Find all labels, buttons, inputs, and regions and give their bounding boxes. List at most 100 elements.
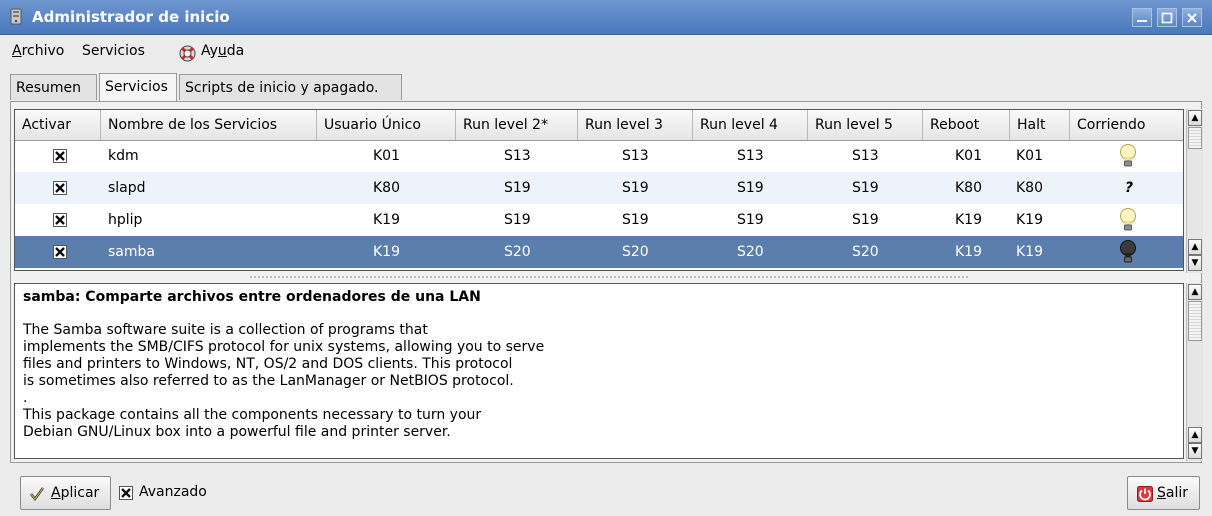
description-line: implements the SMB/CIFS protocol for uni… — [23, 339, 545, 355]
exit-label: Salir — [1157, 477, 1188, 509]
activar-checkbox[interactable] — [53, 149, 67, 163]
power-icon — [1137, 486, 1153, 502]
description-scrollbar[interactable]: ▲ ▲ ▼ — [1186, 283, 1203, 461]
scroll-thumb[interactable] — [1188, 301, 1202, 341]
table-row[interactable]: kdm K01 S13 S13 S13 S13 K01 K01 — [15, 140, 1183, 172]
check-x-icon — [55, 247, 65, 257]
scroll-up-arrow-icon[interactable]: ▲ — [1188, 110, 1202, 126]
menu-bar: Archivo Servicios Ayuda — [0, 35, 1212, 67]
activar-checkbox[interactable] — [53, 213, 67, 227]
cell-run-level-2: S19 — [504, 212, 531, 228]
menu-ayuda[interactable]: Ayuda — [201, 43, 244, 59]
cell-halt: K01 — [1016, 148, 1043, 164]
header-nombre[interactable]: Nombre de los Servicios — [101, 110, 317, 140]
scroll-down-arrow-icon[interactable]: ▼ — [1188, 443, 1202, 459]
services-table[interactable]: Activar Nombre de los Servicios Usuario … — [14, 109, 1184, 271]
pane-splitter[interactable] — [250, 276, 970, 278]
cell-run-level-4: S19 — [737, 180, 764, 196]
menu-archivo-mnemonic: A — [12, 43, 22, 59]
maximize-button[interactable] — [1157, 8, 1177, 27]
cell-run-level-5: S19 — [852, 212, 879, 228]
cell-usuario-unico: K19 — [373, 244, 400, 260]
service-name: hplip — [108, 212, 143, 228]
table-row[interactable]: slapd K80 S19 S19 S19 S19 K80 K80 ? — [15, 172, 1183, 204]
apply-button[interactable]: Aplicar — [20, 476, 111, 510]
cell-run-level-4: S19 — [737, 212, 764, 228]
advanced-checkbox[interactable] — [119, 486, 133, 500]
service-name: samba — [108, 244, 155, 260]
description-line: is sometimes also referred to as the Lan… — [23, 373, 514, 389]
close-icon — [1187, 13, 1197, 23]
description-line: Debian GNU/Linux box into a powerful fil… — [23, 424, 451, 440]
exit-label-rest: alir — [1165, 485, 1189, 501]
maximize-icon — [1161, 12, 1173, 24]
tab-servicios[interactable]: Servicios — [99, 73, 177, 101]
unknown-icon: ? — [1125, 180, 1134, 196]
tab-scripts[interactable]: Scripts de inicio y apagado. — [179, 74, 402, 100]
header-usuario-unico[interactable]: Usuario Único — [317, 110, 456, 140]
close-button[interactable] — [1182, 8, 1202, 27]
menu-archivo-rest: rchivo — [21, 43, 65, 59]
table-header: Activar Nombre de los Servicios Usuario … — [15, 110, 1183, 141]
scroll-up-arrow-icon[interactable]: ▲ — [1188, 239, 1202, 255]
header-run-level-5[interactable]: Run level 5 — [808, 110, 923, 140]
cell-run-level-3: S13 — [622, 148, 649, 164]
service-name: slapd — [108, 180, 146, 196]
cell-run-level-2: S19 — [504, 180, 531, 196]
title-bar[interactable]: Administrador de inicio — [0, 0, 1212, 35]
cell-usuario-unico: K19 — [373, 212, 400, 228]
scroll-thumb[interactable] — [1188, 127, 1202, 149]
cell-run-level-5: S20 — [852, 244, 879, 260]
cell-reboot: K19 — [955, 244, 982, 260]
scroll-up-arrow-icon[interactable]: ▲ — [1188, 284, 1202, 300]
check-x-icon — [121, 488, 131, 498]
cell-run-level-3: S20 — [622, 244, 649, 260]
description-line: This package contains all the components… — [23, 407, 482, 423]
minimize-button[interactable] — [1132, 8, 1152, 27]
exit-label-mnemonic: S — [1157, 485, 1166, 501]
header-run-level-2[interactable]: Run level 2* — [456, 110, 578, 140]
apply-label-rest: plicar — [60, 485, 100, 501]
bulb-on-icon — [1120, 208, 1136, 231]
bulb-on-icon — [1120, 144, 1136, 167]
description-body: The Samba software suite is a collection… — [23, 322, 544, 441]
menu-archivo[interactable]: Archivo — [12, 43, 64, 59]
menu-ayuda-end: da — [226, 43, 245, 59]
header-run-level-4[interactable]: Run level 4 — [693, 110, 808, 140]
service-name: kdm — [108, 148, 139, 164]
description-line: files and printers to Windows, NT, OS/2 … — [23, 356, 513, 372]
checkmark-icon — [30, 487, 45, 502]
header-reboot[interactable]: Reboot — [923, 110, 1010, 140]
activar-checkbox[interactable] — [53, 245, 67, 259]
advanced-label[interactable]: Avanzado — [139, 484, 207, 500]
cell-reboot: K19 — [955, 212, 982, 228]
apply-label: Aplicar — [51, 477, 99, 509]
cell-usuario-unico: K01 — [373, 148, 400, 164]
cell-run-level-2: S20 — [504, 244, 531, 260]
header-run-level-3[interactable]: Run level 3 — [578, 110, 693, 140]
table-scrollbar[interactable]: ▲ ▲ ▼ — [1186, 109, 1203, 273]
scroll-down-arrow-icon[interactable]: ▼ — [1188, 255, 1202, 271]
table-row[interactable]: hplip K19 S19 S19 S19 S19 K19 K19 — [15, 204, 1183, 236]
exit-button[interactable]: Salir — [1127, 476, 1200, 510]
tab-resumen[interactable]: Resumen — [10, 74, 97, 100]
header-halt[interactable]: Halt — [1010, 110, 1070, 140]
scroll-up-arrow-icon[interactable]: ▲ — [1188, 427, 1202, 443]
header-corriendo[interactable]: Corriendo — [1070, 110, 1183, 140]
table-row-selected[interactable]: samba K19 S20 S20 S20 S20 K19 K19 — [15, 236, 1183, 268]
menu-servicios[interactable]: Servicios — [82, 43, 145, 59]
header-activar[interactable]: Activar — [15, 110, 101, 140]
cell-usuario-unico: K80 — [373, 180, 400, 196]
application-window: Administrador de inicio Archivo Servicio… — [0, 0, 1212, 516]
description-title: samba: Comparte archivos entre ordenador… — [23, 289, 481, 305]
app-icon — [10, 8, 22, 25]
description-line: . — [23, 390, 28, 406]
cell-reboot: K01 — [955, 148, 982, 164]
minimize-icon — [1137, 20, 1147, 22]
activar-checkbox[interactable] — [53, 181, 67, 195]
description-line: The Samba software suite is a collection… — [23, 322, 428, 338]
cell-run-level-5: S13 — [852, 148, 879, 164]
window-title: Administrador de inicio — [32, 8, 230, 26]
cell-halt: K19 — [1016, 244, 1043, 260]
check-x-icon — [55, 151, 65, 161]
